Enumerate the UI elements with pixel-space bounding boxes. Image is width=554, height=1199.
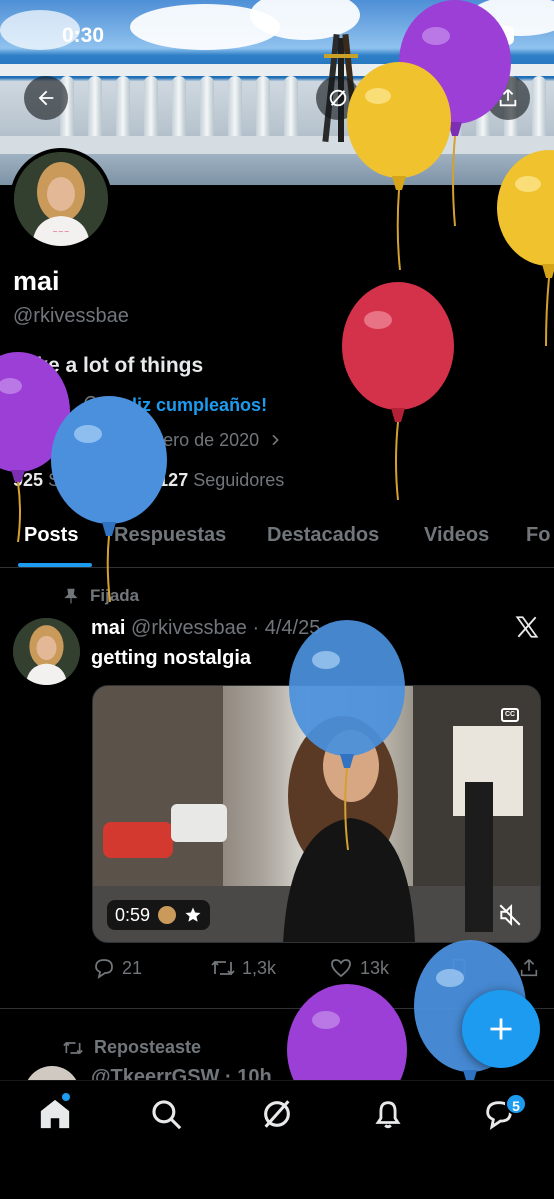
balloon-blue-left (51, 396, 167, 602)
avatar-image: ~~~ (14, 152, 108, 246)
balloon-purple-bottom (287, 984, 407, 1080)
notifications-icon[interactable] (371, 1097, 405, 1131)
profile-tabs: Posts Respuestas Destacados Videos Fo (0, 516, 554, 568)
search-icon[interactable] (149, 1097, 183, 1131)
tab-replies[interactable]: Respuestas (114, 524, 226, 547)
post-header: mai @rkivessbae · 4/4/25 (91, 617, 320, 640)
bottom-nav: 5 (0, 1080, 554, 1199)
grok-button[interactable] (316, 76, 360, 120)
battery-indicator: 22 (478, 26, 514, 45)
mute-icon[interactable] (497, 902, 523, 928)
chevron-right-icon (272, 434, 280, 446)
post-author-handle[interactable]: @rkivessbae (131, 617, 247, 639)
tab-photos[interactable]: Fo (526, 524, 550, 547)
search-icon (385, 89, 403, 107)
captions-icon[interactable]: CC (501, 708, 519, 722)
tab-videos[interactable]: Videos (424, 524, 489, 547)
birthday-link[interactable]: ¡Feliz cumpleaños! (105, 395, 267, 416)
share-icon (499, 89, 517, 107)
repost-button[interactable]: 1,3k (210, 956, 276, 980)
post-actions: 21 1,3k 13k (92, 956, 544, 982)
status-time: 0:30 (62, 24, 105, 47)
tab-posts[interactable]: Posts (24, 524, 78, 547)
balloon-red (342, 282, 454, 500)
profile-handle: @rkivessbae (13, 305, 129, 327)
joined-row[interactable]: Se unió en febrero de 2020 (13, 428, 283, 452)
search-button[interactable] (372, 76, 416, 120)
followers-link[interactable]: 2127 Seguidores (148, 470, 284, 490)
profile-avatar[interactable]: ~~~ (10, 148, 112, 250)
following-link[interactable]: 925 Siguiendo (13, 470, 128, 490)
plus-icon (490, 1018, 512, 1040)
pinned-label: Fijada (62, 586, 139, 606)
profile-bio: i like a lot of things (13, 354, 204, 377)
profile-location: 21 (39, 394, 60, 415)
messages-badge: 5 (505, 1093, 527, 1115)
repost-icon (211, 960, 235, 976)
post-avatar[interactable] (13, 618, 80, 685)
post-text: getting nostalgia (91, 647, 251, 669)
grok-icon (329, 89, 347, 107)
active-tab-indicator (18, 563, 92, 567)
home-notification-dot (62, 1093, 70, 1101)
joined-date: Se unió en febrero de 2020 (41, 429, 260, 450)
signal-icon (404, 30, 429, 46)
calendar-icon (14, 431, 32, 449)
bookmark-button[interactable] (448, 956, 470, 980)
compose-button[interactable] (462, 990, 540, 1068)
post-author-name[interactable]: mai (91, 617, 125, 639)
mini-avatar (158, 906, 177, 924)
repost-label: Reposteaste (62, 1037, 201, 1058)
balloon-icon (84, 395, 98, 415)
home-icon[interactable] (38, 1097, 72, 1131)
status-bar: 0:30 22 (0, 20, 554, 54)
profile-name: mai (13, 266, 60, 296)
post-video[interactable]: CC 0:59 (92, 685, 541, 943)
location-icon (16, 395, 30, 415)
wifi-icon (442, 28, 468, 46)
x-logo-icon (515, 616, 539, 638)
post-time: · 4/4/25 (252, 617, 321, 639)
arrow-left-icon (38, 90, 54, 106)
pin-icon (64, 588, 78, 604)
grok-icon[interactable] (260, 1097, 294, 1131)
like-button[interactable]: 13k (328, 956, 389, 980)
heart-icon (331, 959, 351, 978)
profile-meta-row: 21 ¡Feliz cumpleaños! (13, 393, 267, 417)
share-icon (520, 959, 538, 977)
follow-stats: 925 Siguiendo 2127 Seguidores (13, 470, 284, 491)
star-icon (185, 907, 201, 922)
svg-text:~~~: ~~~ (52, 228, 70, 236)
repost-icon (63, 1041, 83, 1054)
back-button[interactable] (24, 76, 68, 120)
reply-icon (95, 959, 113, 979)
bookmark-icon (452, 958, 466, 979)
reply-button[interactable]: 21 (92, 956, 142, 980)
tab-highlights[interactable]: Destacados (267, 524, 379, 547)
share-post-button[interactable] (518, 956, 540, 980)
video-duration: 0:59 (107, 900, 211, 930)
avatar-image (13, 618, 80, 685)
share-button[interactable] (486, 76, 530, 120)
